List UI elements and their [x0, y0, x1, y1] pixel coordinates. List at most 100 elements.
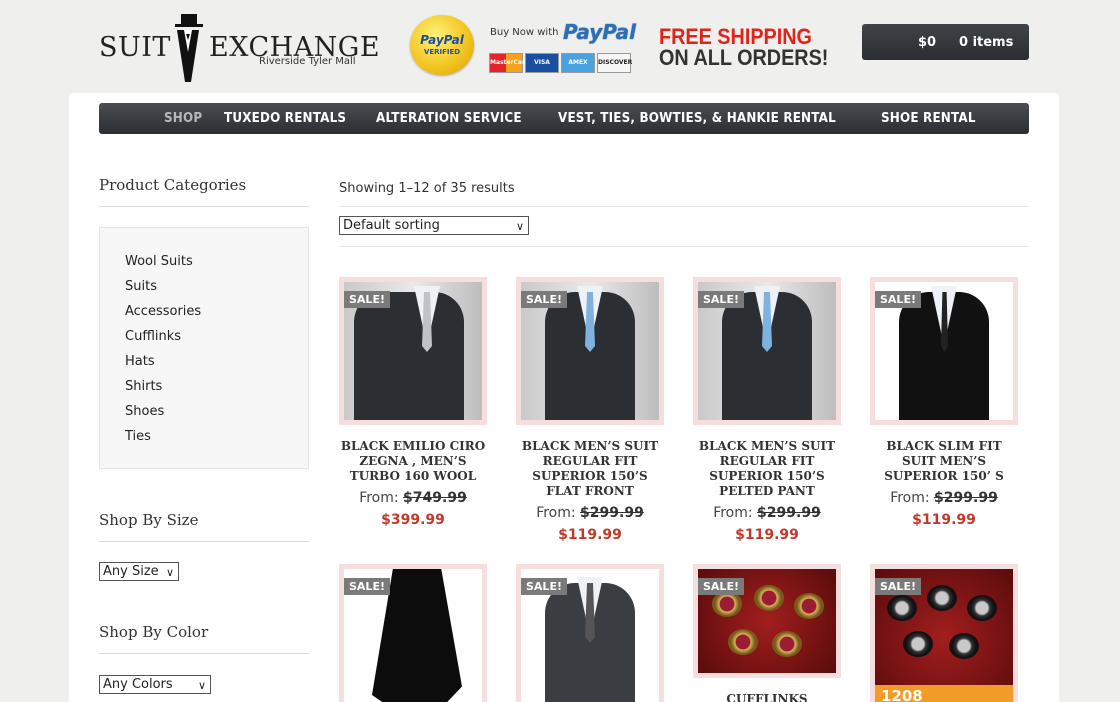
sale-price: $119.99: [558, 527, 622, 543]
product-card[interactable]: 1208 SALE!: [870, 564, 1018, 702]
product-title[interactable]: BLACK MEN’S SUIT REGULAR FIT SUPERIOR 15…: [693, 439, 841, 499]
product-from-price: From: $749.99: [339, 490, 487, 506]
category-accessories[interactable]: Accessories: [125, 304, 201, 319]
chevron-down-icon: ∨: [197, 679, 206, 692]
category-ties[interactable]: Ties: [125, 429, 151, 444]
product-title[interactable]: BLACK EMILIO CIRO ZEGNA , MEN’S TURBO 16…: [339, 439, 487, 484]
free-shipping-line2: ON ALL ORDERS!: [659, 45, 829, 70]
product-from-price: From: $299.99: [693, 505, 841, 521]
paypal-badge-verified: VERIFIED: [423, 48, 461, 56]
old-price: $299.99: [934, 490, 998, 506]
category-cufflinks[interactable]: Cufflinks: [125, 329, 181, 344]
sale-badge: SALE!: [344, 578, 390, 595]
from-label: From:: [713, 505, 753, 521]
buy-now-paypal-banner: Buy Now with PayPal MasterCard VISA AMEX DI…: [489, 20, 641, 73]
category-shoes[interactable]: Shoes: [125, 404, 164, 419]
product-from-price: From: $299.99: [870, 490, 1018, 506]
sale-badge: SALE!: [698, 578, 744, 595]
old-price: $299.99: [580, 505, 644, 521]
divider: [99, 541, 309, 542]
old-price: $749.99: [403, 490, 467, 506]
color-select[interactable]: Any Colors ∨: [99, 675, 211, 694]
product-title[interactable]: BLACK MEN’S SUIT REGULAR FIT SUPERIOR 15…: [516, 439, 664, 499]
sale-price: $119.99: [912, 512, 976, 528]
free-shipping-line1: FREE SHIPPING: [659, 24, 812, 49]
cart-button[interactable]: $0 0 items: [862, 24, 1029, 60]
product-image[interactable]: SALE!: [870, 277, 1018, 425]
nav-shoe-rental[interactable]: SHOE RENTAL: [881, 111, 976, 126]
category-list: Wool Suits Suits Accessories Cufflinks H…: [99, 227, 309, 469]
from-label: From:: [890, 490, 930, 506]
paypal-badge-word: PayPal: [420, 33, 464, 47]
sale-badge: SALE!: [698, 291, 744, 308]
from-label: From:: [536, 505, 576, 521]
nav-tuxedo-rentals[interactable]: TUXEDO RENTALS: [224, 111, 346, 126]
hat-brim: [175, 24, 203, 27]
size-select[interactable]: Any Size ∨: [99, 562, 179, 581]
logo-word-suit: SUIT: [99, 32, 171, 63]
product-image[interactable]: SALE!: [693, 277, 841, 425]
product-image[interactable]: SALE!: [339, 564, 487, 702]
product-image[interactable]: SALE!: [516, 277, 664, 425]
discover-icon: DISCOVER: [597, 53, 632, 73]
mastercard-icon: MasterCard: [489, 53, 529, 73]
from-label: From:: [359, 490, 399, 506]
nav-shop[interactable]: SHOP: [164, 111, 202, 126]
divider: [99, 206, 309, 207]
top-hat-icon: [181, 14, 197, 24]
sorting-select[interactable]: Default sorting ∨: [339, 216, 529, 235]
amex-icon: AMEX: [561, 53, 595, 73]
product-card[interactable]: SALE! BLACK MEN’S SUIT REGULAR FIT SUPER…: [516, 277, 664, 543]
divider: [339, 246, 1029, 247]
product-title[interactable]: CUFFLINKS: [693, 692, 841, 702]
sale-badge: SALE!: [521, 578, 567, 595]
category-hats[interactable]: Hats: [125, 354, 155, 369]
divider: [339, 206, 1029, 207]
product-title[interactable]: BLACK SLIM FIT SUIT MEN’S SUPERIOR 150’ …: [870, 439, 1018, 484]
cart-amount: $0: [918, 35, 937, 50]
sale-badge: SALE!: [344, 291, 390, 308]
product-tag: 1208: [875, 685, 1013, 702]
product-card[interactable]: SALE!: [516, 564, 664, 702]
logo-subtitle: Riverside Tyler Mall: [259, 56, 356, 67]
sale-price: $399.99: [381, 512, 445, 528]
buy-now-text: Buy Now with: [490, 27, 559, 38]
sale-badge: SALE!: [521, 291, 567, 308]
paypal-verified-badge: PayPal VERIFIED: [410, 15, 474, 75]
chevron-down-icon: ∨: [515, 220, 524, 233]
shop-by-size-title: Shop By Size: [99, 511, 199, 529]
product-card[interactable]: SALE! CUFFLINKS: [693, 564, 841, 702]
size-select-value: Any Size: [103, 564, 159, 579]
product-card[interactable]: SALE! BLACK MEN’S SUIT REGULAR FIT SUPER…: [693, 277, 841, 543]
sale-badge: SALE!: [875, 291, 921, 308]
color-select-value: Any Colors: [103, 677, 173, 692]
free-shipping-banner: FREE SHIPPING ON ALL ORDERS!: [659, 24, 829, 70]
product-from-price: From: $299.99: [516, 505, 664, 521]
tuxedo-icon: [177, 30, 199, 82]
category-shirts[interactable]: Shirts: [125, 379, 162, 394]
shop-by-color-title: Shop By Color: [99, 623, 209, 641]
divider: [99, 653, 309, 654]
nav-alteration-service[interactable]: ALTERATION SERVICE: [376, 111, 522, 126]
product-image[interactable]: SALE!: [516, 564, 664, 702]
site-logo[interactable]: SUIT EXCHANGE Riverside Tyler Mall: [99, 14, 380, 82]
cart-item-count: 0 items: [959, 35, 1014, 50]
product-card[interactable]: SALE!: [339, 564, 487, 702]
sorting-select-value: Default sorting: [343, 218, 440, 233]
main-nav: SHOP TUXEDO RENTALS ALTERATION SERVICE V…: [99, 103, 1029, 134]
visa-icon: VISA: [525, 53, 559, 73]
category-suits[interactable]: Suits: [125, 279, 157, 294]
nav-vest-ties-rental[interactable]: VEST, TIES, BOWTIES, & HANKIE RENTAL: [558, 111, 836, 126]
result-count: Showing 1–12 of 35 results: [339, 181, 515, 196]
product-card[interactable]: SALE! BLACK EMILIO CIRO ZEGNA , MEN’S TU…: [339, 277, 487, 528]
product-image[interactable]: SALE!: [693, 564, 841, 678]
category-wool-suits[interactable]: Wool Suits: [125, 254, 193, 269]
product-image[interactable]: SALE!: [339, 277, 487, 425]
old-price: $299.99: [757, 505, 821, 521]
chevron-down-icon: ∨: [165, 566, 174, 579]
sale-price: $119.99: [735, 527, 799, 543]
sale-badge: SALE!: [875, 578, 921, 595]
product-image[interactable]: 1208 SALE!: [870, 564, 1018, 702]
product-categories-title: Product Categories: [99, 176, 247, 194]
product-card[interactable]: SALE! BLACK SLIM FIT SUIT MEN’S SUPERIOR…: [870, 277, 1018, 528]
